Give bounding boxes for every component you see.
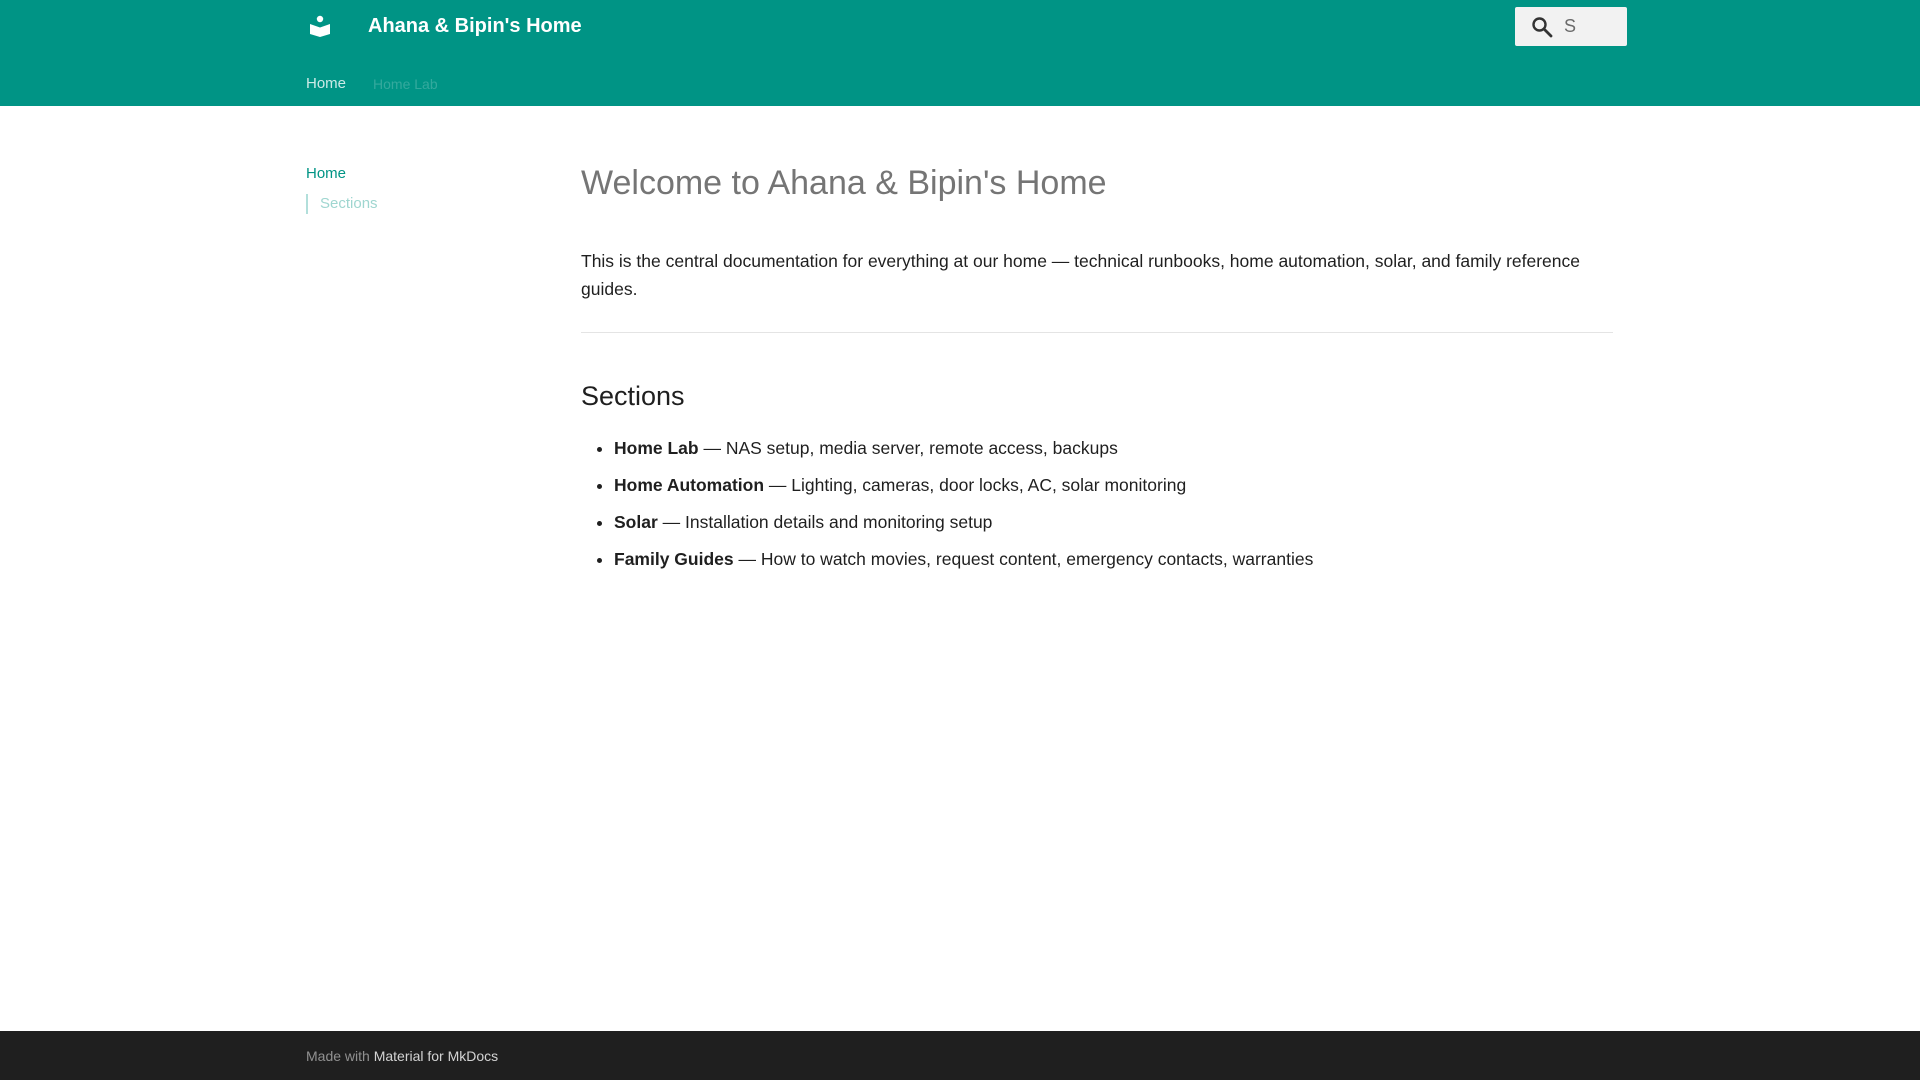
list-item: Home Automation — Lighting, cameras, doo… (614, 471, 1613, 499)
footer-prefix: Made with (306, 1048, 374, 1064)
search-icon[interactable] (1528, 13, 1556, 41)
site-header: Ahana & Bipin's Home Home Home Lab (0, 0, 1920, 106)
material-for-mkdocs-link[interactable]: Material for MkDocs (374, 1048, 498, 1064)
site-logo[interactable] (306, 12, 334, 40)
intro-paragraph: This is the central documentation for ev… (581, 251, 1580, 299)
section-description: — NAS setup, media server, remote access… (698, 438, 1118, 458)
page-title: Welcome to Ahana & Bipin's Home (581, 164, 1107, 202)
sections-heading: Sections (581, 381, 685, 411)
search-box[interactable] (1515, 7, 1627, 46)
list-item: Family Guides — How to watch movies, req… (614, 545, 1613, 573)
list-item: Home Lab — NAS setup, media server, remo… (614, 434, 1613, 462)
site-footer: Made with Material for MkDocs (0, 1031, 1920, 1080)
tab-home-lab[interactable]: Home Lab (373, 74, 438, 94)
open-book-reader-icon (310, 15, 330, 37)
list-item: Solar — Installation details and monitor… (614, 508, 1613, 536)
section-description: — Installation details and monitoring se… (657, 512, 993, 532)
table-of-contents: Sections (306, 194, 546, 214)
site-title: Ahana & Bipin's Home (368, 15, 582, 37)
section-name: Home Automation (614, 475, 765, 495)
section-name: Home Lab (614, 438, 699, 458)
section-name: Solar (614, 512, 658, 532)
toc-item-sections[interactable]: Sections (320, 194, 378, 214)
main-content: Welcome to Ahana & Bipin's Home This is … (581, 158, 1613, 582)
tab-home[interactable]: Home (306, 74, 346, 94)
sidebar-nav: Home Sections (306, 164, 546, 214)
section-description: — How to watch movies, request content, … (733, 549, 1314, 569)
header-tabs: Home Home Lab (306, 74, 465, 94)
horizontal-divider (581, 332, 1613, 333)
section-description: — Lighting, cameras, door locks, AC, sol… (764, 475, 1187, 495)
footer-credit: Made with Material for MkDocs (306, 1046, 498, 1066)
sections-list: Home Lab — NAS setup, media server, remo… (581, 434, 1613, 573)
sidebar-item-home[interactable]: Home (306, 164, 546, 184)
search-input[interactable] (1564, 16, 1624, 37)
section-name: Family Guides (614, 549, 734, 569)
